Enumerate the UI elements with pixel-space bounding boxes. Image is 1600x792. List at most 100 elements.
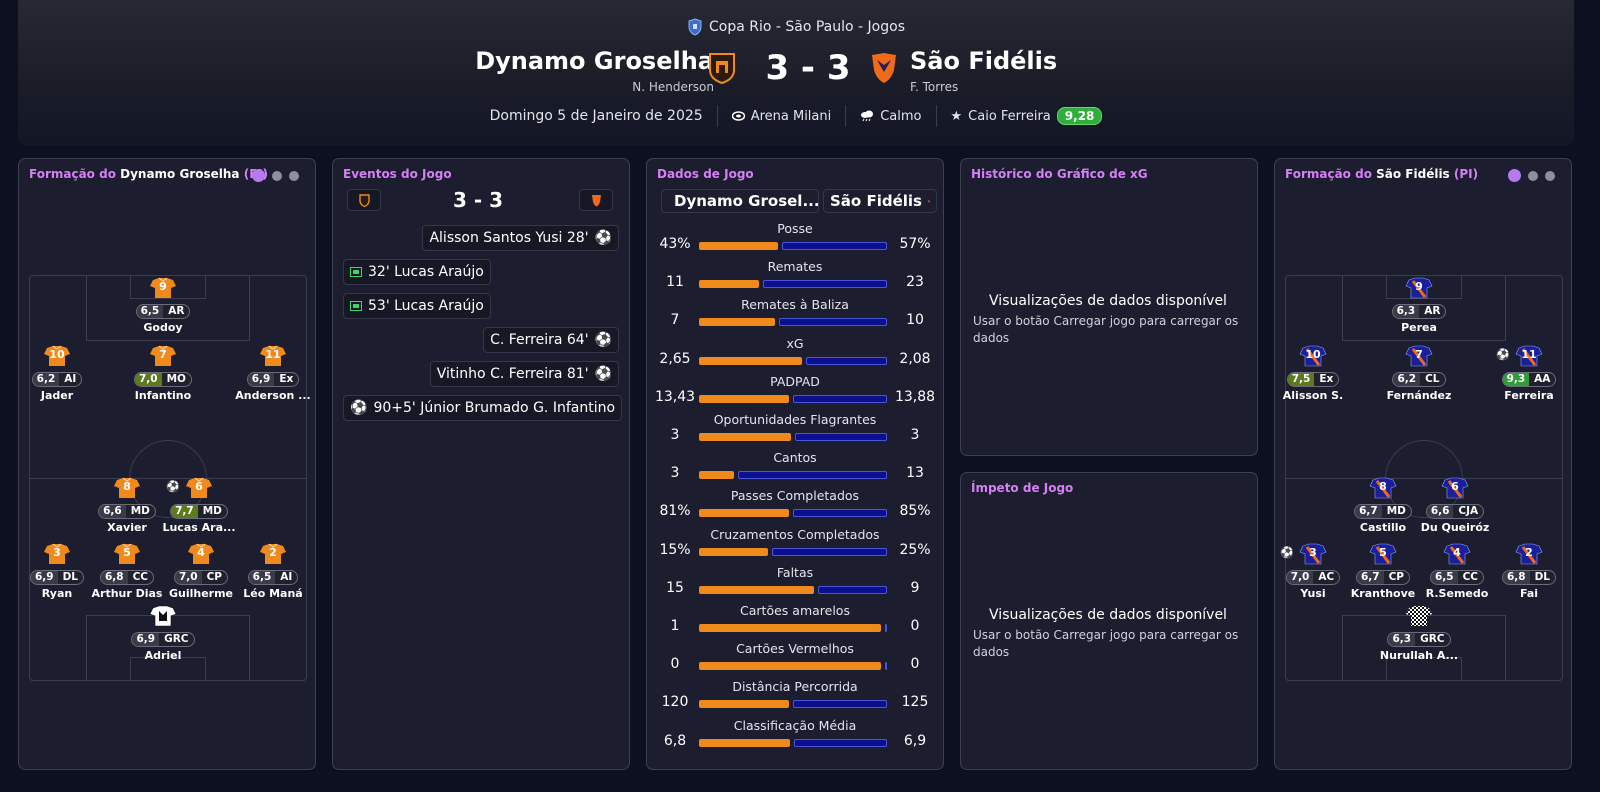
stat-home-value: 81% <box>659 503 691 520</box>
event-goal[interactable]: Vitinho C. Ferreira 81' ⚽ <box>429 361 619 387</box>
stat-row: Classificação Média 6,8 6,9 <box>647 718 943 756</box>
substitution-icon <box>350 267 362 277</box>
panel-title: Formação do Dynamo Groselha (PI) <box>29 167 268 181</box>
stat-away-bar <box>763 280 887 289</box>
stadium[interactable]: Arena Milani <box>718 109 846 124</box>
event-goal[interactable]: ⚽ 90+5' Júnior Brumado G. Infantino <box>343 395 623 421</box>
shirt-number: 9 <box>1415 280 1423 293</box>
stat-home-bar <box>699 662 881 671</box>
stat-home-value: 2,65 <box>659 350 691 367</box>
stat-away-bar <box>738 471 887 480</box>
player-rating: 6,7 <box>1355 505 1382 518</box>
stat-home-value: 11 <box>666 274 684 291</box>
shirt-number: 4 <box>197 546 205 559</box>
team-name: São Fidélis <box>1376 167 1450 181</box>
page-dot[interactable] <box>272 170 282 181</box>
shirt-number: 5 <box>123 546 131 559</box>
stat-home-value: 1 <box>670 618 680 634</box>
player[interactable]: 2 6,8 DL Fai <box>1484 543 1574 600</box>
substitution-icon <box>350 301 362 311</box>
events-panel: Eventos do Jogo 3 - 3 Alisson Santos Yus… <box>332 158 630 770</box>
player[interactable]: 7 6,2 CL Fernández <box>1374 345 1464 402</box>
competition[interactable]: Copa Rio - São Paulo - Jogos <box>18 18 1574 36</box>
stat-label: Faltas <box>776 564 814 580</box>
stat-row: Passes Completados 81% 85% <box>647 488 943 526</box>
player-name: Alisson S. <box>1282 389 1344 402</box>
rating-chip: 6,7 MD <box>1354 504 1412 519</box>
home-crest-small <box>347 189 381 211</box>
rating-chip: 6,5 AR <box>135 304 191 319</box>
player-rating: 6,2 <box>32 373 60 386</box>
player-rating: 7,5 <box>1287 373 1315 386</box>
home-formation-panel: Formação do Dynamo Groselha (PI) 9 6,5 AR G… <box>18 158 316 770</box>
page-dot[interactable] <box>289 170 299 181</box>
player[interactable]: 7 7,0 MO Infantino <box>118 345 208 402</box>
player[interactable]: 6,3 GRC Nurullah A... <box>1374 605 1464 662</box>
stat-home-bar <box>699 585 814 594</box>
rating-chip: 6,2 AI <box>31 372 83 387</box>
player[interactable]: 6 ⚽ 7,7 MD Lucas Ara... <box>154 477 244 534</box>
shirt-number: 3 <box>53 546 61 559</box>
stat-home-bar <box>699 318 775 327</box>
event-card[interactable]: 53' Lucas Araújo <box>343 293 491 319</box>
rating-chip: 7,0 AC <box>1285 570 1341 585</box>
stat-home-value: 3 <box>670 427 680 443</box>
goalkeeper-shirt-icon <box>1404 605 1434 627</box>
event-goal[interactable]: C. Ferreira 64' ⚽ <box>483 327 619 353</box>
page-dot[interactable] <box>1508 169 1521 182</box>
panel-title: Histórico do Gráfico de xG <box>971 167 1148 181</box>
shirt-icon: 7 <box>148 345 178 367</box>
page-dots[interactable] <box>252 169 299 182</box>
player[interactable]: 6,9 GRC Adriel <box>118 605 208 662</box>
stat-away-value: 0 <box>910 656 920 673</box>
stat-label: Distância Percorrida <box>732 679 858 695</box>
stats-home-team[interactable]: Dynamo Grosel... <box>661 189 819 213</box>
player[interactable]: 9 6,5 AR Godoy <box>118 277 208 334</box>
score: 3 - 3 <box>765 48 851 88</box>
away-team-name[interactable]: São Fidélis <box>910 47 1057 75</box>
player[interactable]: 10 7,5 Ex Alisson S. <box>1268 345 1358 402</box>
shirt-number: 5 <box>1379 546 1387 559</box>
stat-label: PADPAD <box>770 373 820 389</box>
player[interactable]: 11 6,9 Ex Anderson ... <box>228 345 318 402</box>
home-coach[interactable]: N. Henderson <box>632 80 714 94</box>
man-of-the-match[interactable]: ★ Caio Ferreira 9,28 <box>937 107 1117 125</box>
player-name: Perea <box>1401 321 1437 334</box>
player[interactable]: 9 6,3 AR Perea <box>1374 277 1464 334</box>
match-date: Domingo 5 de Janeiro de 2025 <box>489 108 703 124</box>
home-team-name[interactable]: Dynamo Groselha <box>475 47 714 75</box>
rating-chip: 6,5 CC <box>1429 570 1485 585</box>
player[interactable]: 2 6,5 AI Léo Maná <box>228 543 318 600</box>
ball-icon: ⚽ <box>1280 546 1294 559</box>
away-formation-panel: Formação do São Fidélis (PI) 9 6,3 AR Perea… <box>1274 158 1572 770</box>
away-crest-icon[interactable] <box>870 52 898 84</box>
event-goal[interactable]: Alisson Santos Yusi 28' ⚽ <box>422 225 619 251</box>
away-coach[interactable]: F. Torres <box>910 80 958 94</box>
page-dot[interactable] <box>252 169 265 182</box>
player[interactable]: 10 6,2 AI Jader <box>12 345 102 402</box>
shirt-number: 6 <box>195 480 203 493</box>
stat-row: PADPAD 13,43 13,88 <box>647 374 943 412</box>
page-dot[interactable] <box>1528 170 1538 181</box>
rating-chip: 7,0 MO <box>134 372 192 387</box>
stats-away-team[interactable]: São Fidélis <box>823 189 937 213</box>
stat-away-bar <box>793 509 887 518</box>
player-rating: 6,2 <box>1393 373 1421 386</box>
goalkeeper-shirt-icon <box>148 605 178 627</box>
shirt-icon: 8 <box>1368 477 1398 499</box>
stat-label: Cruzamentos Completados <box>710 526 880 542</box>
player-rating: 6,5 <box>248 571 276 584</box>
page-dot[interactable] <box>1545 170 1555 181</box>
page-dots[interactable] <box>1508 169 1555 182</box>
player[interactable]: 11 ⚽ 9,3 AA Ferreira <box>1484 345 1574 402</box>
player-position: Ex <box>1319 373 1334 385</box>
player[interactable]: 6 6,6 CJA Du Queiróz <box>1410 477 1500 534</box>
shirt-number: 4 <box>1453 546 1461 559</box>
home-crest-icon[interactable] <box>708 52 736 84</box>
player-position: AI <box>280 571 293 583</box>
shirt-icon: 5 <box>112 543 142 565</box>
event-card[interactable]: 32' Lucas Araújo <box>343 259 491 285</box>
player-position: CP <box>206 571 222 583</box>
player-name: Fernández <box>1386 389 1452 402</box>
stat-label: Remates à Baliza <box>741 297 849 313</box>
